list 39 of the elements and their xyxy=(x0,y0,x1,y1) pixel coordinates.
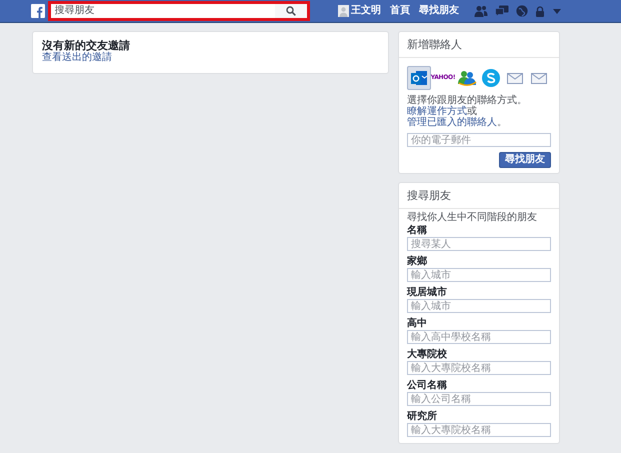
description-text: 選擇你跟朋友的聯絡方式。 瞭解運作方式或 管理已匯入的聯絡人。 xyxy=(407,95,528,128)
field-label: 現居城市 xyxy=(407,287,448,298)
text-field[interactable]: 輸入大專院校名稱 xyxy=(407,361,551,375)
skype-logo[interactable] xyxy=(479,66,503,90)
text-field[interactable]: 輸入城市 xyxy=(407,299,551,313)
search-bar[interactable]: 搜尋朋友 xyxy=(48,1,310,21)
text-field[interactable]: 輸入高中學校名稱 xyxy=(407,330,551,344)
field-label: 名稱 xyxy=(407,225,428,236)
logo-icon[interactable] xyxy=(31,4,45,18)
sent-requests-link[interactable]: 查看送出的邀請 xyxy=(42,52,112,63)
email-field[interactable]: 你的電子郵件 xyxy=(407,133,551,147)
text-field[interactable]: 搜尋某人 xyxy=(407,237,551,251)
find-friends-button[interactable]: 尋找朋友 xyxy=(499,152,551,168)
lock-icon[interactable] xyxy=(535,6,546,16)
text-field[interactable]: 輸入公司名稱 xyxy=(407,392,551,406)
card-title: 新增聯絡人 xyxy=(399,32,559,58)
profile-link[interactable]: 王文明 xyxy=(338,5,381,17)
field-label: 大專院校 xyxy=(407,349,448,360)
card-title: 搜尋朋友 xyxy=(399,183,559,209)
requests-title: 沒有新的交友邀請 xyxy=(42,40,131,52)
text-field[interactable]: 輸入大專院校名稱 xyxy=(407,423,551,437)
manage-contacts-link[interactable]: 管理已匯入的聯絡人 xyxy=(407,117,497,128)
how-it-works-link[interactable]: 瞭解運作方式 xyxy=(407,106,467,117)
nav-link[interactable]: 尋找朋友 xyxy=(419,5,459,17)
field-label: 公司名稱 xyxy=(407,380,448,391)
search-button[interactable] xyxy=(274,4,306,18)
messages-icon[interactable] xyxy=(495,5,509,17)
field-label: 研究所 xyxy=(407,411,438,422)
text-field[interactable]: 輸入城市 xyxy=(407,268,551,282)
globe-icon[interactable] xyxy=(516,5,528,17)
caret-icon[interactable] xyxy=(553,8,561,14)
field-label: 高中 xyxy=(407,318,428,329)
avatar-icon xyxy=(338,5,348,17)
search-icon xyxy=(286,6,296,16)
field-label: 家鄉 xyxy=(407,256,428,267)
friends-icon[interactable] xyxy=(474,5,488,17)
outlook-logo[interactable] xyxy=(407,66,431,90)
card-subtitle: 尋找你人生中不同階段的朋友 xyxy=(407,212,538,224)
nav-link[interactable]: 首頁 xyxy=(390,5,410,17)
